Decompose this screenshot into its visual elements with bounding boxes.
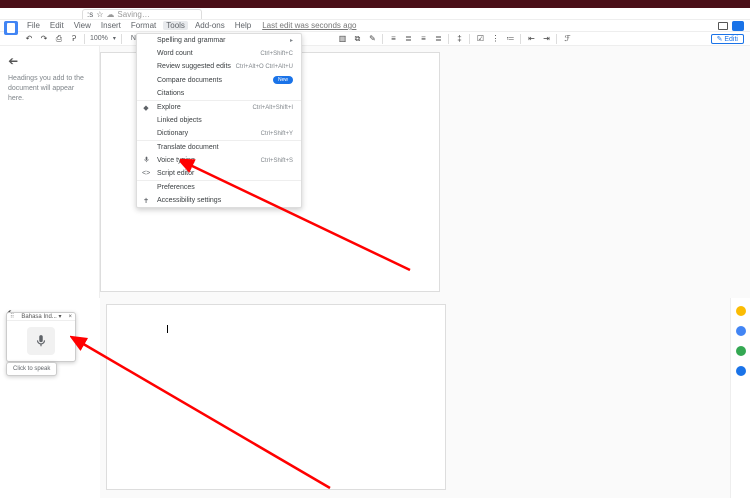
checklist-button[interactable]: ☑ (475, 34, 485, 44)
explore-icon: ◆ (142, 104, 150, 112)
menu-right-controls (718, 21, 744, 31)
menu-insert[interactable]: Insert (98, 21, 124, 30)
browser-url-row: :s ☆ ☁ Saving… (0, 8, 750, 20)
cloud-icon: ☁ (106, 10, 114, 19)
print-button[interactable]: ⎙ (54, 34, 64, 44)
text-cursor (167, 325, 168, 333)
menu-translate-document[interactable]: Translate document (137, 141, 301, 154)
menu-view[interactable]: View (71, 21, 94, 30)
workspace: ➔ Headings you add to the document will … (0, 46, 750, 298)
menu-review-suggested[interactable]: Review suggested editsCtrl+Alt+O Ctrl+Al… (137, 60, 301, 73)
rail-keep-icon[interactable] (736, 306, 746, 316)
tab-title: :s (87, 10, 93, 19)
menu-edit[interactable]: Edit (47, 21, 67, 30)
menu-spelling-grammar[interactable]: Spelling and grammar▸ (137, 34, 301, 47)
screenshot-bottom: ➔ He the document will ap ⠿ Bahasa Ind..… (0, 298, 750, 498)
align-justify-button[interactable]: ≣ (433, 34, 443, 44)
accessibility-icon: ✝ (142, 197, 150, 205)
rail-tasks-icon[interactable] (736, 326, 746, 336)
menu-voice-typing[interactable]: Voice typingCtrl+Shift+S (137, 154, 301, 167)
document-page-2[interactable] (106, 304, 446, 490)
rail-contacts-icon[interactable] (736, 346, 746, 356)
present-icon[interactable] (718, 22, 728, 30)
voice-mic-button[interactable] (7, 321, 75, 361)
indent-decrease-button[interactable]: ⇤ (526, 34, 536, 44)
menu-accessibility-settings[interactable]: ✝ Accessibility settings (137, 194, 301, 207)
undo-button[interactable]: ↶ (24, 34, 34, 44)
toolbar: ↶ ↷ ⎙ Ꭾ 100% ▾ Normal ▥ ⧉ ✎ ≡ ≣ ≡ ≣ ‡ ☑ … (0, 32, 750, 46)
menu-linked-objects[interactable]: Linked objects (137, 114, 301, 127)
browser-tab[interactable]: :s ☆ ☁ Saving… (82, 9, 202, 19)
side-rail (730, 298, 750, 498)
indent-increase-button[interactable]: ⇥ (541, 34, 551, 44)
menu-help[interactable]: Help (232, 21, 254, 30)
line-spacing-button[interactable]: ‡ (454, 34, 464, 44)
numbered-list-button[interactable]: ≔ (505, 34, 515, 44)
menu-script-editor[interactable]: <> Script editor (137, 167, 301, 180)
back-arrow-icon[interactable]: ➔ (8, 54, 18, 68)
browser-chrome-strip (0, 0, 750, 8)
tools-dropdown: Spelling and grammar▸ Word countCtrl+Shi… (136, 33, 302, 208)
share-button[interactable] (732, 21, 744, 31)
paint-format-button[interactable]: Ꭾ (69, 34, 79, 44)
microphone-icon (34, 332, 48, 350)
align-right-button[interactable]: ≡ (418, 34, 428, 44)
zoom-select[interactable]: 100% (90, 35, 108, 42)
menu-explore[interactable]: ◆ ExploreCtrl+Alt+Shift+I (137, 101, 301, 114)
star-icon[interactable]: ☆ (96, 10, 103, 19)
last-edit-link[interactable]: Last edit was seconds ago (262, 21, 356, 30)
menu-citations[interactable]: Citations (137, 87, 301, 100)
link-button[interactable]: ⧉ (352, 34, 362, 44)
screenshot-top: :s ☆ ☁ Saving… File Edit View Insert For… (0, 0, 750, 298)
clear-formatting-button[interactable]: ℱ (562, 34, 572, 44)
script-editor-icon: <> (142, 170, 150, 177)
rail-maps-icon[interactable] (736, 366, 746, 376)
saving-status: Saving… (117, 10, 149, 19)
voice-tooltip: Click to speak (6, 362, 57, 376)
align-left-button[interactable]: ≡ (388, 34, 398, 44)
redo-button[interactable]: ↷ (39, 34, 49, 44)
menu-addons[interactable]: Add-ons (192, 21, 228, 30)
menu-format[interactable]: Format (128, 21, 159, 30)
menu-preferences[interactable]: Preferences (137, 181, 301, 194)
editing-mode-button[interactable]: ✎ Editi (711, 34, 744, 44)
align-center-button[interactable]: ≣ (403, 34, 413, 44)
comment-button[interactable]: ✎ (367, 34, 377, 44)
voice-widget-header[interactable]: ⠿ Bahasa Ind... ▾ × (7, 313, 75, 321)
menu-file[interactable]: File (24, 21, 43, 30)
outline-placeholder: Headings you add to the document will ap… (8, 74, 91, 103)
voice-typing-widget[interactable]: ⠿ Bahasa Ind... ▾ × (6, 312, 76, 362)
menu-dictionary[interactable]: DictionaryCtrl+Shift+Y (137, 127, 301, 140)
menu-tools[interactable]: Tools (163, 21, 188, 30)
drag-handle-icon[interactable]: ⠿ (10, 313, 14, 320)
insert-image-button[interactable]: ▥ (337, 34, 347, 44)
menu-compare-documents[interactable]: Compare documentsNew (137, 73, 301, 87)
mic-icon (142, 155, 150, 166)
outline-panel: ➔ Headings you add to the document will … (0, 46, 100, 298)
outline-panel-2: ➔ He the document will ap ⠿ Bahasa Ind..… (0, 298, 100, 498)
voice-language-select[interactable]: Bahasa Ind... ▾ (21, 313, 61, 320)
menu-word-count[interactable]: Word countCtrl+Shift+C (137, 47, 301, 60)
close-icon[interactable]: × (68, 314, 72, 320)
menu-bar: File Edit View Insert Format Tools Add-o… (0, 20, 750, 32)
bulleted-list-button[interactable]: ⋮ (490, 34, 500, 44)
